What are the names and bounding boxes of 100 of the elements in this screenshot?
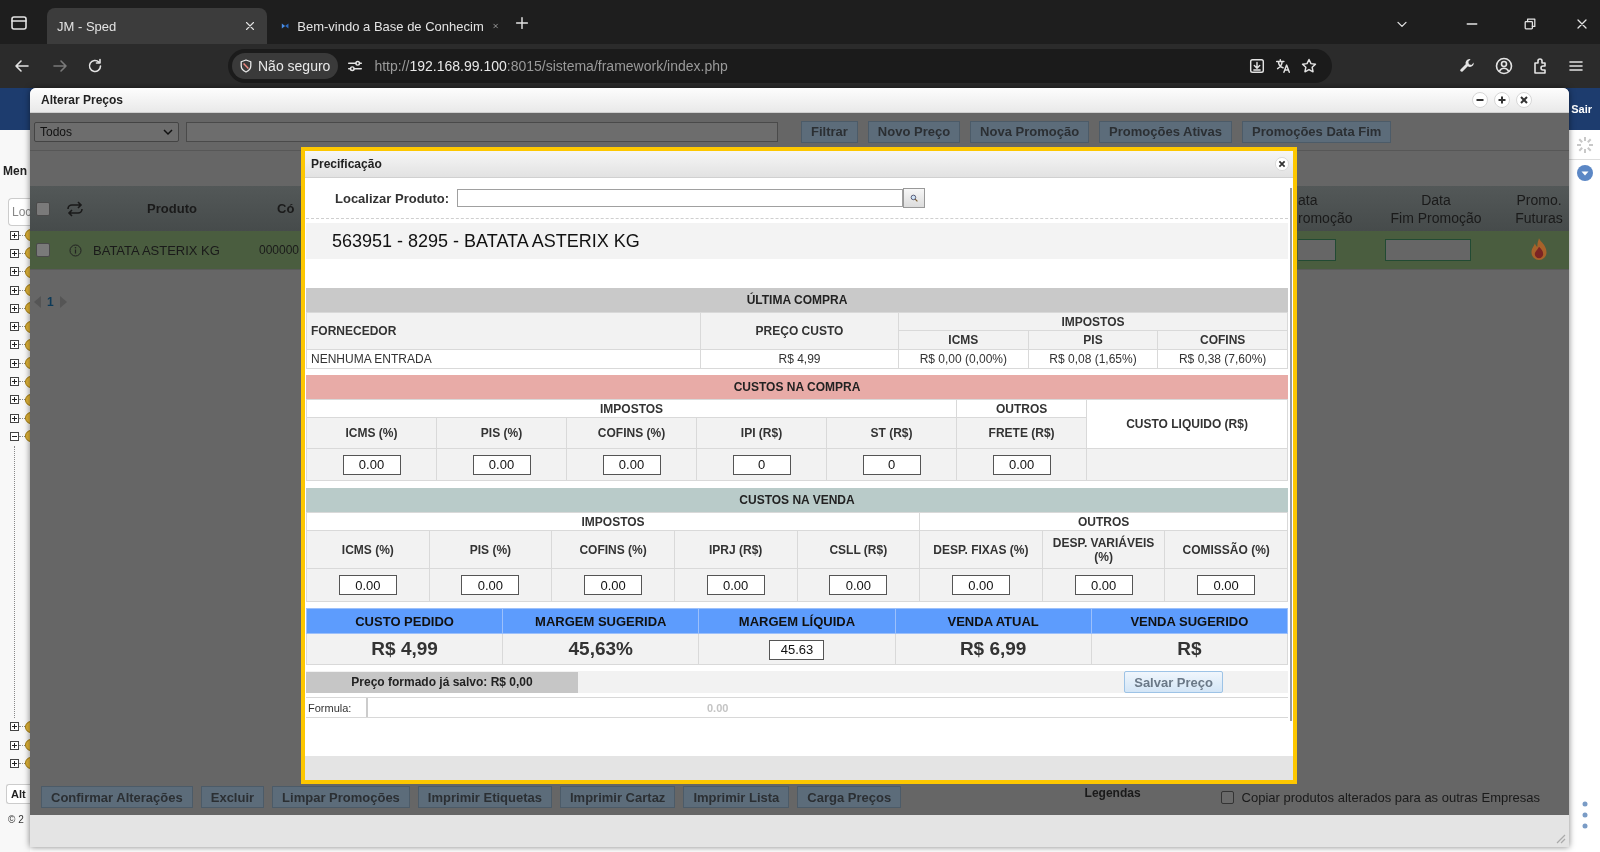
close-icon[interactable] xyxy=(1275,157,1289,171)
column-header: CUSTO LIQUIDO (R$) xyxy=(1126,417,1248,431)
input-field[interactable]: 0.00 xyxy=(342,454,401,475)
panel-title: Men xyxy=(2,164,28,180)
filter-dropdown[interactable]: Todos xyxy=(34,121,179,142)
column-header: Có xyxy=(276,201,296,216)
checkbox[interactable] xyxy=(1220,790,1234,804)
input-field[interactable]: 0.00 xyxy=(472,454,531,475)
expand-icon[interactable] xyxy=(10,322,19,332)
node-icon xyxy=(25,739,30,751)
expand-icon[interactable] xyxy=(10,285,19,295)
more-icon[interactable] xyxy=(1581,800,1588,830)
expand-icon[interactable] xyxy=(10,303,19,313)
table-cell: R$ 0,38 (7,60%) xyxy=(1178,352,1267,366)
tab[interactable]: Alt xyxy=(6,784,30,805)
search-field[interactable] xyxy=(457,189,904,207)
translate-icon[interactable] xyxy=(1274,57,1292,75)
close-icon[interactable] xyxy=(1516,92,1532,108)
field-label: PIS (%) xyxy=(480,426,523,440)
plus-icon[interactable] xyxy=(513,14,531,32)
security-chip[interactable]: Não seguro xyxy=(232,53,339,79)
column-group-header: OUTROS xyxy=(995,401,1048,416)
column-group-header: IMPOSTOS xyxy=(581,514,645,529)
expand-icon[interactable] xyxy=(10,340,19,350)
scrollbar[interactable] xyxy=(1289,188,1292,721)
section-header: ÚLTIMA COMPRA xyxy=(306,288,1288,312)
save-button[interactable]: Salvar Preço xyxy=(1124,671,1223,693)
window-title: Alterar Preços xyxy=(40,93,124,107)
expand-icon[interactable] xyxy=(10,740,19,750)
input-field[interactable]: 0.00 xyxy=(992,454,1051,475)
expand-icon[interactable] xyxy=(10,267,19,277)
input-field[interactable]: 0.00 xyxy=(584,575,643,595)
input-field[interactable]: 0.00 xyxy=(829,575,888,595)
shield-icon xyxy=(238,58,254,74)
input-field[interactable]: 0.00 xyxy=(338,575,397,595)
column-header: CUSTO PEDIDO xyxy=(355,613,454,629)
input-field[interactable]: 0 xyxy=(862,454,921,475)
node-icon xyxy=(25,375,30,388)
node-icon xyxy=(25,302,30,315)
input-field[interactable]: 0.00 xyxy=(461,575,520,595)
input-field[interactable]: 0.00 xyxy=(951,575,1010,595)
checkbox[interactable] xyxy=(36,243,50,257)
table-cell: R$ 4,99 xyxy=(778,352,821,366)
checkbox[interactable] xyxy=(36,201,50,216)
column-header: PIS xyxy=(1083,333,1103,347)
logout-link[interactable]: Sair xyxy=(1571,103,1592,115)
input-field[interactable]: 0 xyxy=(732,454,791,475)
star-icon[interactable] xyxy=(1300,57,1318,75)
column-header: VENDA ATUAL xyxy=(947,613,1039,629)
node-icon xyxy=(25,757,30,770)
input-field[interactable]: 0.00 xyxy=(706,575,765,595)
field-label: DESP. FIXAS (%) xyxy=(933,542,1029,557)
search-field[interactable] xyxy=(186,121,778,142)
field-label: ST (R$) xyxy=(870,426,913,440)
field-label: IPI (R$) xyxy=(740,426,783,440)
field-label: COMISSÃO (%) xyxy=(1182,542,1270,557)
resize-grip-icon[interactable] xyxy=(1554,832,1566,844)
browser-tab[interactable]: JM - Sped xyxy=(47,8,267,44)
expand-icon[interactable] xyxy=(10,358,19,368)
expand-icon[interactable] xyxy=(10,413,19,423)
input-field[interactable]: 0.00 xyxy=(1197,575,1256,595)
minimize-icon[interactable] xyxy=(1472,92,1488,108)
formula-value: 0.00 xyxy=(706,701,729,714)
maximize-icon[interactable] xyxy=(1494,92,1510,108)
collapse-icon[interactable] xyxy=(10,431,19,441)
node-icon xyxy=(25,247,30,260)
column-header: COFINS xyxy=(1200,333,1246,347)
caret-icon xyxy=(163,127,173,136)
node-icon xyxy=(25,284,30,297)
expand-icon[interactable] xyxy=(10,758,19,768)
date-field[interactable] xyxy=(1385,239,1471,261)
date-field[interactable] xyxy=(1298,239,1336,261)
column-header: PREÇO CUSTO xyxy=(755,324,844,338)
expand-icon[interactable] xyxy=(10,377,19,386)
search-button[interactable] xyxy=(903,188,926,208)
input-field[interactable]: 0.00 xyxy=(602,454,661,475)
value-text: R$ 4,99 xyxy=(371,638,438,659)
browser-tab[interactable]: Bem-vindo a Base de Conhecim xyxy=(271,8,509,44)
node-icon xyxy=(25,430,30,443)
column-group-header: IMPOSTOS xyxy=(1061,314,1125,329)
tabs-icon[interactable] xyxy=(9,13,29,33)
dropdown-icon[interactable] xyxy=(1576,165,1593,181)
expand-icon[interactable] xyxy=(10,230,19,240)
restore-icon[interactable] xyxy=(1522,16,1538,32)
column-group-header: IMPOSTOS xyxy=(599,401,664,416)
download-icon[interactable] xyxy=(1248,57,1266,75)
expand-icon[interactable] xyxy=(10,395,19,405)
expand-icon[interactable] xyxy=(10,722,19,732)
spinner-icon xyxy=(1575,136,1594,154)
account-icon[interactable] xyxy=(1494,56,1514,76)
input-field[interactable]: 0.00 xyxy=(1074,575,1133,595)
address-bar[interactable]: Não seguro http://192.168.99.100:8015/sistema/framework/index.php xyxy=(228,49,1332,83)
input-field[interactable]: 45.63 xyxy=(769,640,825,660)
expand-icon[interactable] xyxy=(10,248,19,258)
url-text[interactable]: http://192.168.99.100:8015/sistema/framework/index.php xyxy=(374,58,728,74)
field-label: COFINS (%) xyxy=(579,542,647,557)
copyright-text: © 2 xyxy=(7,814,25,826)
close-icon[interactable] xyxy=(243,19,257,33)
node-icon xyxy=(25,412,30,425)
node-icon xyxy=(25,720,30,733)
